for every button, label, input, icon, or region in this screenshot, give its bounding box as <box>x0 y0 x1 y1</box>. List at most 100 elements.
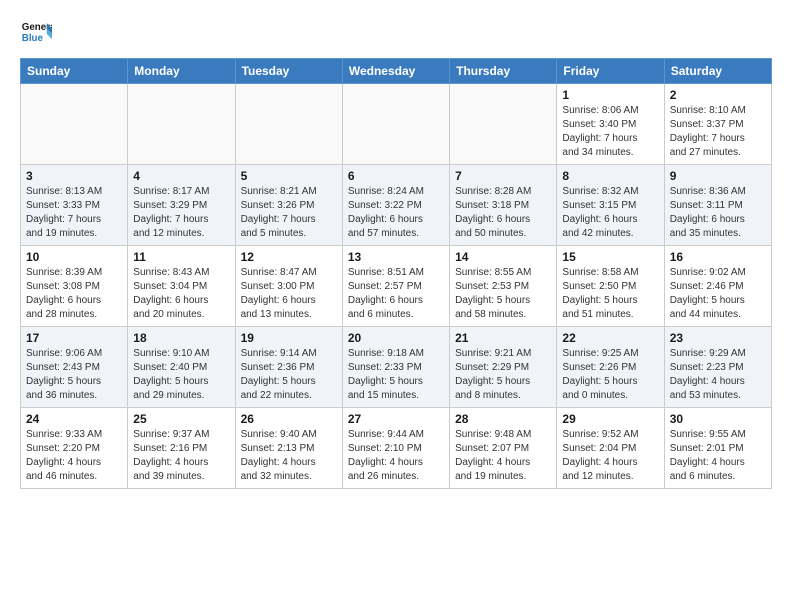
day-number: 25 <box>133 412 229 426</box>
day-number: 27 <box>348 412 444 426</box>
day-info: Sunrise: 8:28 AMSunset: 3:18 PMDaylight:… <box>455 185 551 241</box>
day-info: Sunrise: 8:51 AMSunset: 2:57 PMDaylight:… <box>348 266 444 322</box>
calendar-week-row-4: 17 Sunrise: 9:06 AMSunset: 2:43 PMDayligh… <box>21 327 772 408</box>
day-number: 21 <box>455 331 551 345</box>
day-number: 9 <box>670 169 766 183</box>
calendar-cell: 29 Sunrise: 9:52 AMSunset: 2:04 PMDayligh… <box>557 408 664 489</box>
day-info: Sunrise: 8:32 AMSunset: 3:15 PMDaylight:… <box>562 185 658 241</box>
day-info: Sunrise: 9:25 AMSunset: 2:26 PMDaylight:… <box>562 347 658 403</box>
calendar-cell: 10 Sunrise: 8:39 AMSunset: 3:08 PMDayligh… <box>21 246 128 327</box>
calendar-table: SundayMondayTuesdayWednesdayThursdayFrid… <box>20 58 772 489</box>
calendar-cell: 13Sunrise: 8:51 AMSunset: 2:57 PMDayligh… <box>342 246 449 327</box>
day-info: Sunrise: 8:43 AMSunset: 3:04 PMDaylight:… <box>133 266 229 322</box>
weekday-header-friday: Friday <box>557 59 664 84</box>
day-info: Sunrise: 8:21 AMSunset: 3:26 PMDaylight:… <box>241 185 337 241</box>
calendar-cell: 11 Sunrise: 8:43 AMSunset: 3:04 PMDayligh… <box>128 246 235 327</box>
day-number: 2 <box>670 88 766 102</box>
calendar-cell: 18 Sunrise: 9:10 AMSunset: 2:40 PMDayligh… <box>128 327 235 408</box>
day-info: Sunrise: 8:24 AMSunset: 3:22 PMDaylight:… <box>348 185 444 241</box>
calendar-cell: 25Sunrise: 9:37 AMSunset: 2:16 PMDayligh… <box>128 408 235 489</box>
day-number: 8 <box>562 169 658 183</box>
day-number: 10 <box>26 250 122 264</box>
calendar-cell: 8 Sunrise: 8:32 AMSunset: 3:15 PMDaylight… <box>557 165 664 246</box>
weekday-header-wednesday: Wednesday <box>342 59 449 84</box>
day-info: Sunrise: 9:10 AMSunset: 2:40 PMDaylight:… <box>133 347 229 403</box>
day-info: Sunrise: 8:06 AMSunset: 3:40 PMDaylight:… <box>562 104 658 160</box>
weekday-header-sunday: Sunday <box>21 59 128 84</box>
day-info: Sunrise: 9:48 AMSunset: 2:07 PMDaylight:… <box>455 428 551 484</box>
calendar-cell: 23 Sunrise: 9:29 AMSunset: 2:23 PMDayligh… <box>664 327 771 408</box>
calendar-cell: 30 Sunrise: 9:55 AMSunset: 2:01 PMDayligh… <box>664 408 771 489</box>
day-number: 4 <box>133 169 229 183</box>
day-info: Sunrise: 8:10 AMSunset: 3:37 PMDaylight:… <box>670 104 766 160</box>
weekday-header-thursday: Thursday <box>450 59 557 84</box>
weekday-header-tuesday: Tuesday <box>235 59 342 84</box>
day-number: 16 <box>670 250 766 264</box>
day-info: Sunrise: 9:55 AMSunset: 2:01 PMDaylight:… <box>670 428 766 484</box>
calendar-cell: 20 Sunrise: 9:18 AMSunset: 2:33 PMDayligh… <box>342 327 449 408</box>
day-number: 30 <box>670 412 766 426</box>
day-info: Sunrise: 9:40 AMSunset: 2:13 PMDaylight:… <box>241 428 337 484</box>
calendar-cell: 21 Sunrise: 9:21 AMSunset: 2:29 PMDayligh… <box>450 327 557 408</box>
calendar-cell: 9 Sunrise: 8:36 AMSunset: 3:11 PMDaylight… <box>664 165 771 246</box>
day-number: 22 <box>562 331 658 345</box>
day-number: 5 <box>241 169 337 183</box>
calendar-cell: 15 Sunrise: 8:58 AMSunset: 2:50 PMDayligh… <box>557 246 664 327</box>
calendar-cell: 7 Sunrise: 8:28 AMSunset: 3:18 PMDaylight… <box>450 165 557 246</box>
calendar-week-row-2: 3Sunrise: 8:13 AMSunset: 3:33 PMDaylight… <box>21 165 772 246</box>
calendar-cell: 6 Sunrise: 8:24 AMSunset: 3:22 PMDaylight… <box>342 165 449 246</box>
day-info: Sunrise: 9:18 AMSunset: 2:33 PMDaylight:… <box>348 347 444 403</box>
day-info: Sunrise: 9:21 AMSunset: 2:29 PMDaylight:… <box>455 347 551 403</box>
day-number: 29 <box>562 412 658 426</box>
day-info: Sunrise: 8:13 AMSunset: 3:33 PMDaylight:… <box>26 185 122 241</box>
day-number: 19 <box>241 331 337 345</box>
logo-icon: General Blue <box>20 16 52 48</box>
day-number: 14 <box>455 250 551 264</box>
day-number: 20 <box>348 331 444 345</box>
calendar-week-row-5: 24 Sunrise: 9:33 AMSunset: 2:20 PMDayligh… <box>21 408 772 489</box>
day-number: 24 <box>26 412 122 426</box>
calendar-cell <box>450 84 557 165</box>
day-info: Sunrise: 9:44 AMSunset: 2:10 PMDaylight:… <box>348 428 444 484</box>
calendar-cell: 2 Sunrise: 8:10 AMSunset: 3:37 PMDaylight… <box>664 84 771 165</box>
day-number: 6 <box>348 169 444 183</box>
day-number: 11 <box>133 250 229 264</box>
page: General Blue SundayMondayTuesdayWednesda… <box>0 0 792 612</box>
day-number: 23 <box>670 331 766 345</box>
weekday-header-monday: Monday <box>128 59 235 84</box>
calendar-cell: 17 Sunrise: 9:06 AMSunset: 2:43 PMDayligh… <box>21 327 128 408</box>
day-number: 7 <box>455 169 551 183</box>
header: General Blue <box>20 16 772 48</box>
calendar-cell: 22 Sunrise: 9:25 AMSunset: 2:26 PMDayligh… <box>557 327 664 408</box>
calendar-cell: 19Sunrise: 9:14 AMSunset: 2:36 PMDayligh… <box>235 327 342 408</box>
calendar-cell: 26 Sunrise: 9:40 AMSunset: 2:13 PMDayligh… <box>235 408 342 489</box>
day-info: Sunrise: 8:39 AMSunset: 3:08 PMDaylight:… <box>26 266 122 322</box>
day-info: Sunrise: 8:58 AMSunset: 2:50 PMDaylight:… <box>562 266 658 322</box>
calendar-cell: 24 Sunrise: 9:33 AMSunset: 2:20 PMDayligh… <box>21 408 128 489</box>
day-info: Sunrise: 9:33 AMSunset: 2:20 PMDaylight:… <box>26 428 122 484</box>
day-info: Sunrise: 8:47 AMSunset: 3:00 PMDaylight:… <box>241 266 337 322</box>
day-number: 26 <box>241 412 337 426</box>
calendar-cell: 27 Sunrise: 9:44 AMSunset: 2:10 PMDayligh… <box>342 408 449 489</box>
day-number: 15 <box>562 250 658 264</box>
day-number: 18 <box>133 331 229 345</box>
day-info: Sunrise: 8:36 AMSunset: 3:11 PMDaylight:… <box>670 185 766 241</box>
calendar-cell: 12 Sunrise: 8:47 AMSunset: 3:00 PMDayligh… <box>235 246 342 327</box>
day-info: Sunrise: 9:29 AMSunset: 2:23 PMDaylight:… <box>670 347 766 403</box>
calendar-cell: 3Sunrise: 8:13 AMSunset: 3:33 PMDaylight… <box>21 165 128 246</box>
day-info: Sunrise: 9:52 AMSunset: 2:04 PMDaylight:… <box>562 428 658 484</box>
calendar-header-row: SundayMondayTuesdayWednesdayThursdayFrid… <box>21 59 772 84</box>
calendar-cell: 5 Sunrise: 8:21 AMSunset: 3:26 PMDaylight… <box>235 165 342 246</box>
day-info: Sunrise: 9:02 AMSunset: 2:46 PMDaylight:… <box>670 266 766 322</box>
day-info: Sunrise: 9:06 AMSunset: 2:43 PMDaylight:… <box>26 347 122 403</box>
day-number: 17 <box>26 331 122 345</box>
day-number: 12 <box>241 250 337 264</box>
calendar-cell: 4Sunrise: 8:17 AMSunset: 3:29 PMDaylight… <box>128 165 235 246</box>
svg-text:Blue: Blue <box>22 33 44 44</box>
weekday-header-saturday: Saturday <box>664 59 771 84</box>
calendar-cell: 14 Sunrise: 8:55 AMSunset: 2:53 PMDayligh… <box>450 246 557 327</box>
day-info: Sunrise: 8:55 AMSunset: 2:53 PMDaylight:… <box>455 266 551 322</box>
calendar-cell: 28 Sunrise: 9:48 AMSunset: 2:07 PMDayligh… <box>450 408 557 489</box>
calendar-cell <box>128 84 235 165</box>
day-number: 28 <box>455 412 551 426</box>
